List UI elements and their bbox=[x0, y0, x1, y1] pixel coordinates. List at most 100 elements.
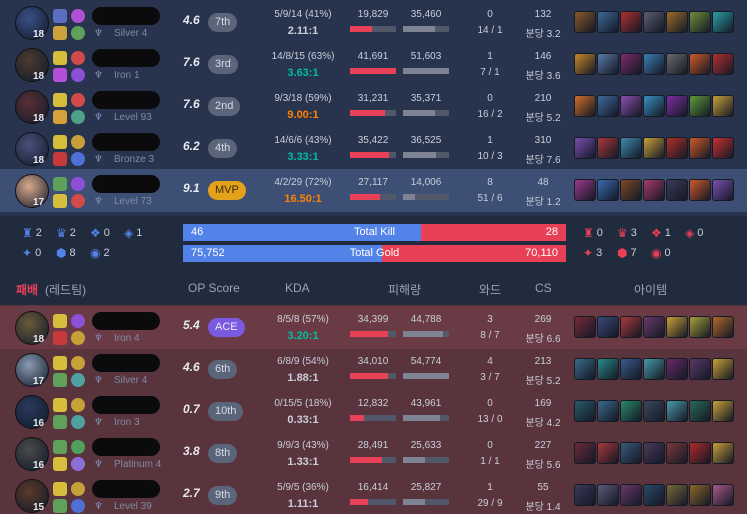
summoner-spell-icon[interactable] bbox=[53, 482, 67, 496]
item-icon[interactable] bbox=[597, 400, 619, 422]
item-icon[interactable] bbox=[597, 179, 619, 201]
item-icon[interactable] bbox=[620, 400, 642, 422]
item-icon[interactable] bbox=[666, 11, 688, 33]
summoner-spell-icon[interactable] bbox=[53, 152, 67, 166]
item-icon[interactable] bbox=[643, 11, 665, 33]
item-icon[interactable] bbox=[643, 179, 665, 201]
player-row[interactable]: 16 ♆ Platinum 4 3.8 8th 9/9/3 (43%) 1.33:1 28,4… bbox=[0, 432, 747, 475]
item-icon[interactable] bbox=[574, 358, 596, 380]
item-icon[interactable] bbox=[620, 358, 642, 380]
item-icon[interactable] bbox=[620, 53, 642, 75]
summoner-spell-icon[interactable] bbox=[53, 51, 67, 65]
rune-icon[interactable] bbox=[71, 314, 85, 328]
summoner-spell-icon[interactable] bbox=[53, 110, 67, 124]
rune-icon[interactable] bbox=[71, 457, 85, 471]
item-icon[interactable] bbox=[574, 95, 596, 117]
item-icon[interactable] bbox=[689, 442, 711, 464]
rune-icon[interactable] bbox=[71, 373, 85, 387]
item-icon[interactable] bbox=[666, 400, 688, 422]
summoner-spell-icon[interactable] bbox=[53, 9, 67, 23]
summoner-name-redacted[interactable] bbox=[92, 133, 160, 151]
item-icon[interactable] bbox=[689, 179, 711, 201]
player-row[interactable]: 18 ♆ Silver 4 4.6 7th 5/9/14 (41%) 2.11:1 19,82… bbox=[0, 1, 747, 44]
player-row[interactable]: 16 ♆ Iron 3 0.7 10th 0/15/5 (18%) 0.33:1 12,832… bbox=[0, 390, 747, 433]
item-icon[interactable] bbox=[597, 358, 619, 380]
summoner-name-redacted[interactable] bbox=[92, 49, 160, 67]
item-icon[interactable] bbox=[689, 11, 711, 33]
item-icon[interactable] bbox=[666, 484, 688, 506]
rune-icon[interactable] bbox=[71, 440, 85, 454]
item-icon[interactable] bbox=[689, 358, 711, 380]
player-row[interactable]: 17 ♆ Silver 4 4.6 6th 6/8/9 (54%) 1.88:1 34,010… bbox=[0, 348, 747, 391]
item-icon[interactable] bbox=[643, 484, 665, 506]
summoner-spell-icon[interactable] bbox=[53, 26, 67, 40]
item-icon[interactable] bbox=[689, 137, 711, 159]
item-icon[interactable] bbox=[597, 316, 619, 338]
rune-icon[interactable] bbox=[71, 135, 85, 149]
summoner-spell-icon[interactable] bbox=[53, 499, 67, 513]
item-icon[interactable] bbox=[597, 95, 619, 117]
item-icon[interactable] bbox=[712, 11, 734, 33]
summoner-name-redacted[interactable] bbox=[92, 91, 160, 109]
item-icon[interactable] bbox=[689, 53, 711, 75]
summoner-spell-icon[interactable] bbox=[53, 398, 67, 412]
item-icon[interactable] bbox=[643, 442, 665, 464]
summoner-spell-icon[interactable] bbox=[53, 373, 67, 387]
item-icon[interactable] bbox=[712, 400, 734, 422]
item-icon[interactable] bbox=[620, 11, 642, 33]
item-icon[interactable] bbox=[643, 53, 665, 75]
item-icon[interactable] bbox=[574, 11, 596, 33]
rune-icon[interactable] bbox=[71, 331, 85, 345]
player-row[interactable]: 18 ♆ Iron 4 5.4 ACE 8/5/8 (57%) 3.20:1 34,399 44… bbox=[0, 306, 747, 349]
rune-icon[interactable] bbox=[71, 482, 85, 496]
summoner-name-redacted[interactable] bbox=[92, 354, 160, 372]
player-row[interactable]: 17 ♆ Level 73 9.1 MVP 4/2/29 (72%) 16.50:1 27,1… bbox=[0, 169, 747, 212]
summoner-name-redacted[interactable] bbox=[92, 396, 160, 414]
item-icon[interactable] bbox=[620, 179, 642, 201]
summoner-name-redacted[interactable] bbox=[92, 312, 160, 330]
player-row[interactable]: 18 ♆ Level 93 7.6 2nd 9/3/18 (59%) 9.00:1 31,23… bbox=[0, 85, 747, 128]
item-icon[interactable] bbox=[574, 400, 596, 422]
item-icon[interactable] bbox=[620, 442, 642, 464]
item-icon[interactable] bbox=[643, 316, 665, 338]
item-icon[interactable] bbox=[620, 316, 642, 338]
item-icon[interactable] bbox=[666, 179, 688, 201]
item-icon[interactable] bbox=[689, 484, 711, 506]
item-icon[interactable] bbox=[574, 53, 596, 75]
rune-icon[interactable] bbox=[71, 415, 85, 429]
rune-icon[interactable] bbox=[71, 356, 85, 370]
summoner-spell-icon[interactable] bbox=[53, 457, 67, 471]
item-icon[interactable] bbox=[689, 400, 711, 422]
item-icon[interactable] bbox=[666, 316, 688, 338]
rune-icon[interactable] bbox=[71, 93, 85, 107]
item-icon[interactable] bbox=[712, 53, 734, 75]
rune-icon[interactable] bbox=[71, 68, 85, 82]
item-icon[interactable] bbox=[643, 137, 665, 159]
item-icon[interactable] bbox=[666, 95, 688, 117]
item-icon[interactable] bbox=[666, 53, 688, 75]
item-icon[interactable] bbox=[712, 358, 734, 380]
rune-icon[interactable] bbox=[71, 398, 85, 412]
rune-icon[interactable] bbox=[71, 51, 85, 65]
item-icon[interactable] bbox=[574, 316, 596, 338]
item-icon[interactable] bbox=[620, 484, 642, 506]
item-icon[interactable] bbox=[574, 484, 596, 506]
item-icon[interactable] bbox=[712, 95, 734, 117]
rune-icon[interactable] bbox=[71, 499, 85, 513]
rune-icon[interactable] bbox=[71, 110, 85, 124]
player-row[interactable]: 15 ♆ Level 39 2.7 9th 5/9/5 (36%) 1.11:1 16,414… bbox=[0, 474, 747, 514]
item-icon[interactable] bbox=[643, 95, 665, 117]
summoner-spell-icon[interactable] bbox=[53, 314, 67, 328]
item-icon[interactable] bbox=[712, 484, 734, 506]
rune-icon[interactable] bbox=[71, 26, 85, 40]
summoner-spell-icon[interactable] bbox=[53, 68, 67, 82]
summoner-name-redacted[interactable] bbox=[92, 480, 160, 498]
player-row[interactable]: 18 ♆ Bronze 3 6.2 4th 14/6/6 (43%) 3.33:1 35,42… bbox=[0, 127, 747, 170]
summoner-spell-icon[interactable] bbox=[53, 93, 67, 107]
summoner-spell-icon[interactable] bbox=[53, 331, 67, 345]
item-icon[interactable] bbox=[574, 179, 596, 201]
summoner-name-redacted[interactable] bbox=[92, 7, 160, 25]
item-icon[interactable] bbox=[666, 442, 688, 464]
item-icon[interactable] bbox=[666, 137, 688, 159]
summoner-spell-icon[interactable] bbox=[53, 194, 67, 208]
